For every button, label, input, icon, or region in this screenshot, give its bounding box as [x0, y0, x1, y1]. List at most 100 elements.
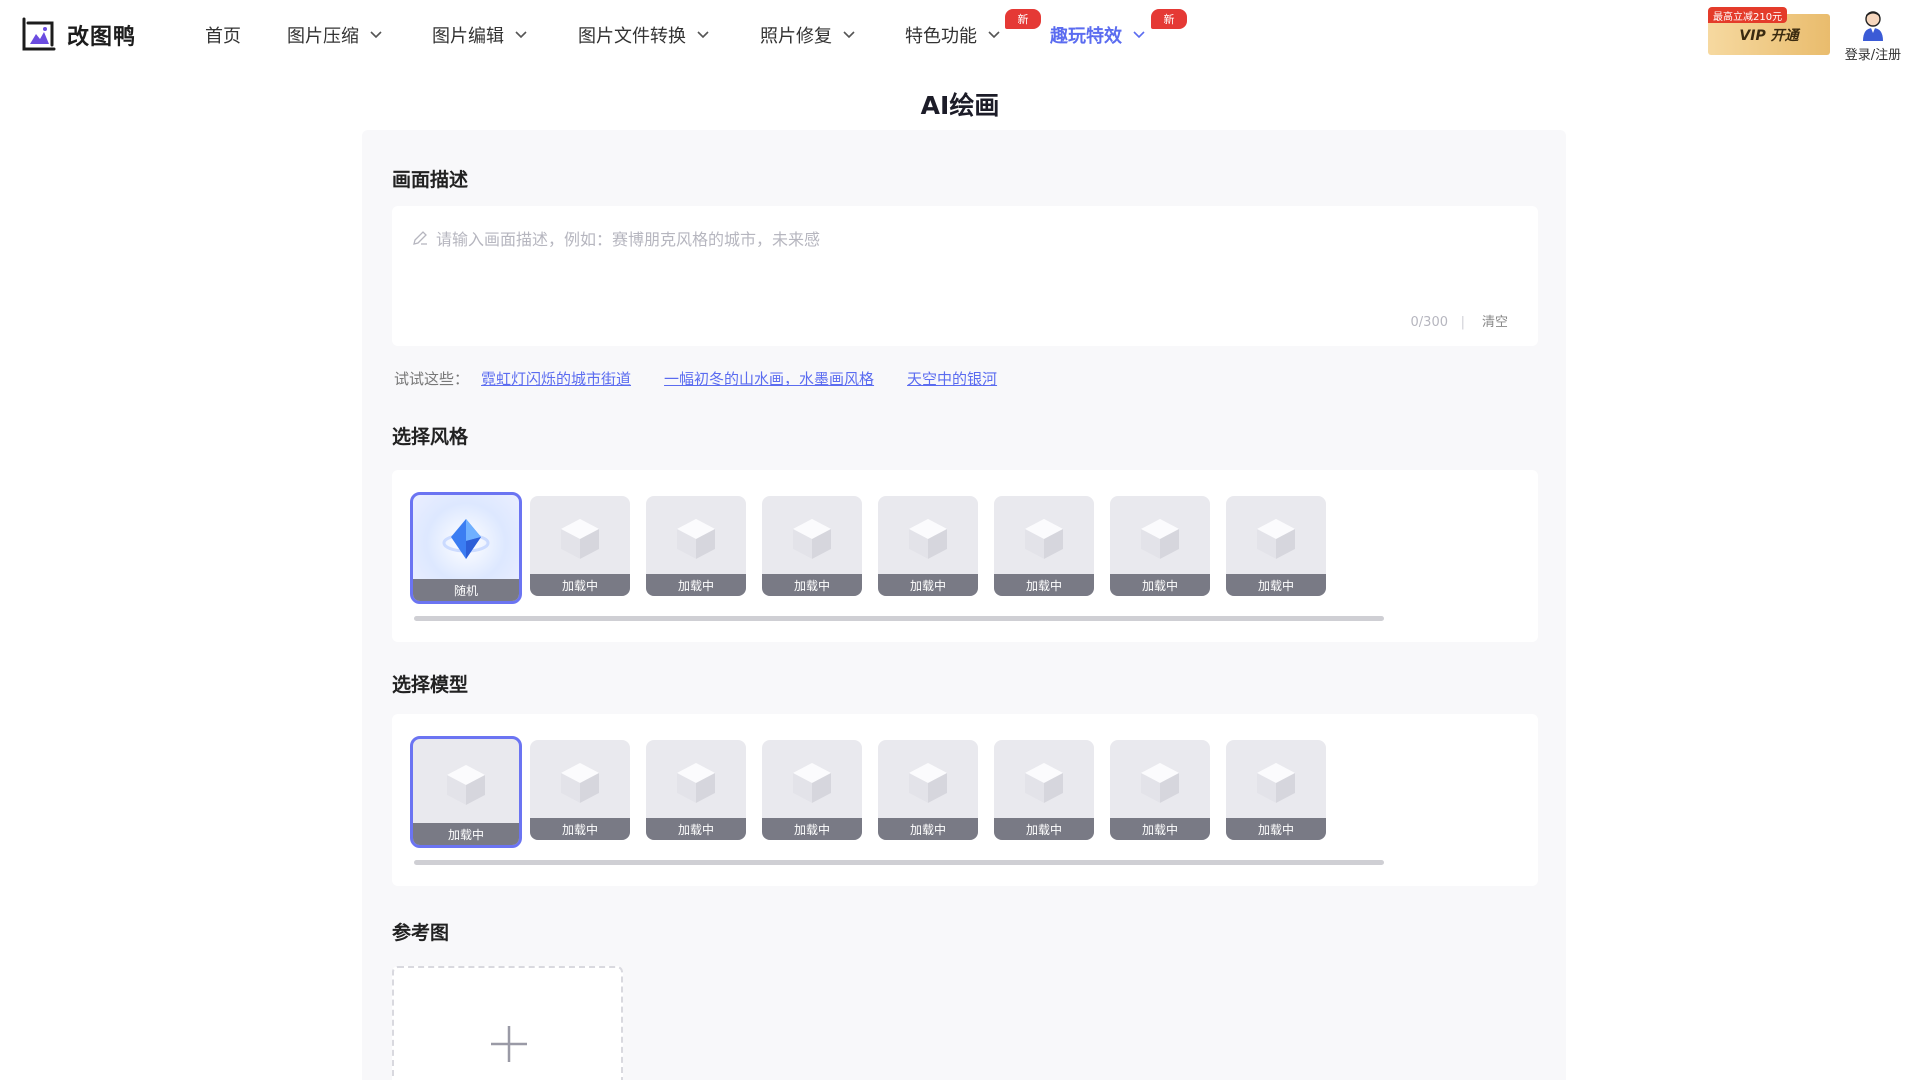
placeholder-cube-icon	[1257, 519, 1295, 559]
model-section-title: 选择模型	[392, 674, 469, 696]
counter-separator: |	[1460, 315, 1465, 330]
style_section-card[interactable]: 加载中	[530, 496, 630, 596]
placeholder-cube-icon	[561, 763, 599, 803]
model_section-card[interactable]: 加载中	[1226, 740, 1326, 840]
pencil-icon	[413, 231, 427, 245]
model_section-card-label: 加载中	[1110, 818, 1210, 840]
nav-item-label: 特色功能	[905, 26, 977, 47]
chevron-down-icon	[370, 31, 382, 39]
model-picker: 加载中 加载中 加载中 加载中 加载中 加载中 加载中 加载中	[392, 714, 1538, 886]
style-picker-scrollbar[interactable]	[414, 616, 1384, 621]
placeholder-cube-icon	[909, 763, 947, 803]
chevron-down-icon	[697, 31, 709, 39]
logo[interactable]: 改图鸭	[20, 16, 136, 54]
style_section-card-label: 加载中	[1110, 574, 1210, 596]
nav-item[interactable]: 图片文件转换	[578, 22, 710, 48]
model_section-card-label: 加载中	[762, 818, 862, 840]
model_section-card[interactable]: 加载中	[410, 736, 522, 848]
logo-icon	[22, 17, 56, 51]
nav-item-label: 照片修复	[760, 26, 832, 47]
nav-item[interactable]: 图片压缩	[287, 22, 383, 48]
new-badge: 新	[1151, 9, 1187, 29]
style_section-card-label: 加载中	[762, 574, 862, 596]
login-register-button[interactable]: 登录/注册	[1838, 10, 1908, 63]
nav-item-label: 图片压缩	[287, 26, 359, 47]
style_section-card[interactable]: 加载中	[1110, 496, 1210, 596]
diamond-icon	[442, 518, 490, 559]
model-picker-scrollbar[interactable]	[414, 860, 1384, 865]
chevron-down-icon	[1133, 31, 1145, 39]
clear-button[interactable]: 清空	[1482, 311, 1508, 330]
logo-text: 改图鸭	[67, 25, 137, 50]
model_section-card-label: 加载中	[1226, 818, 1326, 840]
style_section-card-label: 加载中	[878, 574, 978, 596]
placeholder-cube-icon	[1025, 763, 1063, 803]
style_section-card-label: 加载中	[646, 574, 746, 596]
placeholder-cube-icon	[447, 764, 485, 805]
vip-discount-badge: 最高立减210元	[1708, 7, 1788, 23]
description-section-title: 画面描述	[392, 169, 469, 191]
character-counter: 0/300	[1410, 315, 1448, 330]
nav-item-label: 图片文件转换	[578, 26, 686, 47]
style_section-card[interactable]: 随机	[410, 492, 522, 604]
nav-item-label: 趣玩特效	[1050, 26, 1122, 47]
placeholder-cube-icon	[1025, 519, 1063, 559]
nav-item[interactable]: 图片编辑	[432, 22, 528, 48]
style_section-card-label: 加载中	[994, 574, 1094, 596]
suggestion-label: 试试这些：	[394, 370, 470, 388]
model_section-card[interactable]: 加载中	[762, 740, 862, 840]
description-textarea[interactable]: 请输入画面描述，例如：赛博朋克风格的城市，未来感 0/300 | 清空	[392, 206, 1538, 346]
suggestion-link[interactable]: 天空中的银河	[907, 368, 997, 389]
model_section-card-label: 加载中	[413, 823, 519, 845]
style_section-card[interactable]: 加载中	[1226, 496, 1326, 596]
model_section-card-label: 加载中	[530, 818, 630, 840]
new-badge: 新	[1005, 9, 1041, 29]
style_section-card[interactable]: 加载中	[762, 496, 862, 596]
page-title: AI绘画	[920, 91, 1000, 120]
model_section-card[interactable]: 加载中	[1110, 740, 1210, 840]
model_section-card-label: 加载中	[878, 818, 978, 840]
style_section-card-label: 加载中	[1226, 574, 1326, 596]
description-placeholder-text: 请输入画面描述，例如：赛博朋克风格的城市，未来感	[436, 230, 821, 249]
nav-item[interactable]: 首页	[205, 22, 241, 48]
chevron-down-icon	[843, 31, 855, 39]
nav-item-label: 首页	[205, 26, 241, 47]
placeholder-cube-icon	[1141, 519, 1179, 559]
model_section-card-label: 加载中	[994, 818, 1094, 840]
style_section-card-label: 随机	[413, 579, 519, 601]
placeholder-cube-icon	[1141, 763, 1179, 803]
placeholder-cube-icon	[561, 519, 599, 559]
style-section-title: 选择风格	[392, 426, 469, 448]
chevron-down-icon	[988, 31, 1000, 39]
style_section-card[interactable]: 加载中	[994, 496, 1094, 596]
chevron-down-icon	[515, 31, 527, 39]
description-placeholder: 请输入画面描述，例如：赛博朋克风格的城市，未来感	[412, 226, 820, 250]
vip-open-label: VIP 开通	[1739, 27, 1799, 44]
placeholder-cube-icon	[793, 763, 831, 803]
reference-section-title: 参考图	[392, 922, 450, 944]
placeholder-cube-icon	[677, 519, 715, 559]
placeholder-cube-icon	[1257, 763, 1295, 803]
model_section-card[interactable]: 加载中	[530, 740, 630, 840]
nav-item[interactable]: 特色功能	[905, 22, 1001, 48]
suggestion-link[interactable]: 一幅初冬的山水画，水墨画风格	[664, 368, 874, 389]
style_section-card-label: 加载中	[530, 574, 630, 596]
model_section-card-label: 加载中	[646, 818, 746, 840]
plus-icon	[491, 1026, 527, 1062]
nav-item[interactable]: 趣玩特效	[1050, 22, 1146, 48]
style_section-card[interactable]: 加载中	[878, 496, 978, 596]
style-picker: 随机 加载中 加载中 加载中 加载中 加载中 加载中 加载中	[392, 470, 1538, 642]
model_section-card[interactable]: 加载中	[878, 740, 978, 840]
model_section-card[interactable]: 加载中	[646, 740, 746, 840]
top-navbar: 改图鸭 首页 图片压缩 图片编辑 图片文件转换 照片修复 特色功能新趣玩特效新 VIP 开…	[0, 0, 1920, 70]
nav-item-label: 图片编辑	[432, 26, 504, 47]
placeholder-cube-icon	[677, 763, 715, 803]
placeholder-cube-icon	[793, 519, 831, 559]
suggestion-row: 试试这些： 霓虹灯闪烁的城市街道 一幅初冬的山水画，水墨画风格 天空中的银河	[394, 368, 1030, 389]
placeholder-cube-icon	[909, 519, 947, 559]
style_section-card[interactable]: 加载中	[646, 496, 746, 596]
model_section-card[interactable]: 加载中	[994, 740, 1094, 840]
reference-image-upload[interactable]	[392, 966, 623, 1080]
nav-item[interactable]: 照片修复	[760, 22, 856, 48]
suggestion-link[interactable]: 霓虹灯闪烁的城市街道	[481, 368, 631, 389]
